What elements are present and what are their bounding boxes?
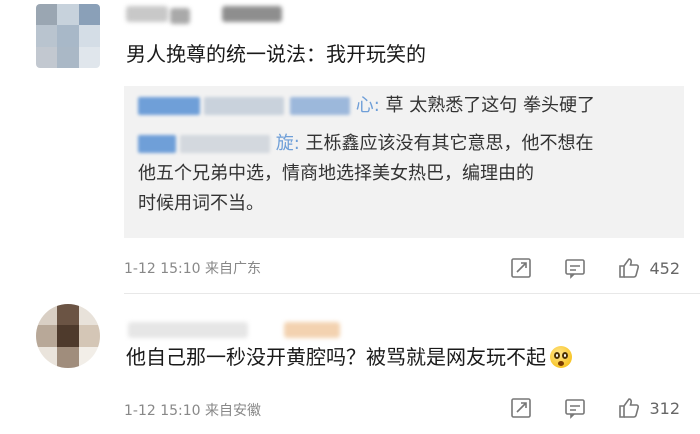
thumbs-up-icon[interactable] <box>617 396 641 420</box>
comment-icon[interactable] <box>563 256 587 280</box>
comment-item: 他自己那一秒没开黄腔吗？被骂就是网友玩不起 1-12 15:10 来自安徽 31… <box>0 296 700 434</box>
comment-time: 1-12 15:10 <box>124 261 201 277</box>
reply-name-suffix: 心: <box>355 95 380 116</box>
reply-username-redacted[interactable] <box>138 97 200 115</box>
username-redacted-2 <box>284 322 340 338</box>
username-redacted-2 <box>170 8 190 24</box>
share-icon[interactable] <box>509 256 533 280</box>
comment-thread: 男人挽尊的统一说法：我开玩笑的 心: 草 太熟悉了这句 拳头硬了 旋: 王栎鑫应… <box>0 0 700 434</box>
reply-username-redacted[interactable] <box>138 135 176 153</box>
reply-item: 旋: 王栎鑫应该没有其它意思，他不想在 <box>124 129 594 159</box>
comment-text-body: 他自己那一秒没开黄腔吗？被骂就是网友玩不起 <box>126 345 546 369</box>
avatar[interactable] <box>36 304 100 368</box>
reply-text-line1: 王栎鑫应该没有其它意思，他不想在 <box>305 133 594 154</box>
thumbs-up-icon[interactable] <box>617 256 641 280</box>
comment-location: 来自安徽 <box>205 403 262 419</box>
reply-text-line3: 时候用词不当。 <box>138 193 264 214</box>
share-icon[interactable] <box>509 396 533 420</box>
comment-actions: 312 <box>509 394 680 422</box>
username-redacted-3 <box>222 6 282 22</box>
reply-text: 草 太熟悉了这句 拳头硬了 <box>385 95 595 116</box>
avatar[interactable] <box>36 4 100 68</box>
comment-meta: 1-12 15:10 来自广东 <box>124 258 261 278</box>
username-redacted[interactable] <box>126 6 168 22</box>
like-count: 452 <box>649 258 680 278</box>
reply-name-suffix: 旋: <box>275 133 300 154</box>
divider <box>124 293 700 294</box>
comment-icon[interactable] <box>563 396 587 420</box>
comment-text: 男人挽尊的统一说法：我开玩笑的 <box>126 42 426 66</box>
reply-box: 心: 草 太熟悉了这句 拳头硬了 旋: 王栎鑫应该没有其它意思，他不想在 他五个… <box>124 86 684 238</box>
comment-item: 男人挽尊的统一说法：我开玩笑的 心: 草 太熟悉了这句 拳头硬了 旋: 王栎鑫应… <box>0 0 700 290</box>
reply-item: 心: 草 太熟悉了这句 拳头硬了 <box>124 91 595 121</box>
reply-username-redacted-2 <box>204 97 284 115</box>
flushed-face-emoji <box>550 346 572 368</box>
reply-text-line2: 他五个兄弟中选，情商地选择美女热巴，编理由的 <box>138 163 534 184</box>
comment-meta: 1-12 15:10 来自安徽 <box>124 400 261 420</box>
comment-text: 他自己那一秒没开黄腔吗？被骂就是网友玩不起 <box>126 343 572 371</box>
reply-username-redacted-2 <box>180 135 270 153</box>
comment-location: 来自广东 <box>205 261 262 277</box>
like-count: 312 <box>649 398 680 418</box>
reply-username-redacted-3 <box>290 97 350 115</box>
username-redacted[interactable] <box>128 322 248 338</box>
comment-time: 1-12 15:10 <box>124 403 201 419</box>
comment-actions: 452 <box>509 254 680 282</box>
